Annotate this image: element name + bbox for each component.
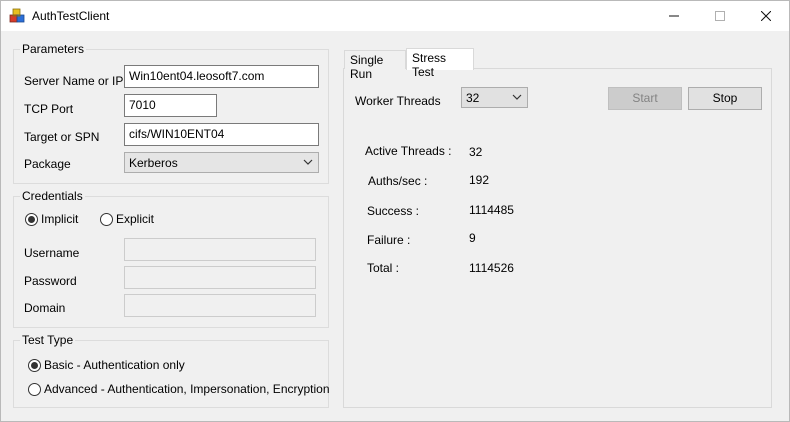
domain-label: Domain	[24, 301, 66, 315]
spn-input[interactable]: cifs/WIN10ENT04	[124, 123, 319, 146]
test-type-group: Test Type	[13, 333, 329, 408]
test-type-group-title: Test Type	[20, 333, 76, 347]
failure-value: 9	[469, 231, 476, 245]
auths-per-sec-value: 192	[469, 173, 490, 187]
total-label: Total :	[367, 261, 400, 275]
total-value: 1114526	[469, 261, 514, 275]
explicit-radio-circle	[100, 212, 113, 226]
minimize-icon	[669, 15, 679, 17]
tab-stress-test[interactable]: Stress Test	[406, 48, 474, 79]
success-value: 1114485	[469, 203, 514, 217]
failure-label: Failure :	[367, 233, 411, 247]
spn-label: Target or SPN	[24, 130, 100, 144]
credentials-group-title: Credentials	[20, 189, 85, 203]
advanced-test-radio-circle	[28, 382, 41, 396]
close-button[interactable]	[743, 1, 789, 31]
active-threads-value: 32	[469, 145, 483, 159]
worker-threads-label: Worker Threads	[355, 94, 441, 108]
explicit-radio[interactable]: Explicit	[100, 212, 154, 226]
advanced-test-radio[interactable]: Advanced - Authentication, Impersonation…	[28, 382, 330, 396]
maximize-button[interactable]	[697, 1, 743, 31]
port-input[interactable]: 7010	[124, 94, 217, 117]
title-bar[interactable]: AuthTestClient	[1, 1, 789, 31]
success-label: Success :	[367, 204, 420, 218]
server-label: Server Name or IP	[24, 74, 124, 88]
package-label: Package	[24, 157, 71, 171]
domain-input[interactable]	[124, 294, 316, 317]
package-select[interactable]: Kerberos	[124, 152, 319, 173]
worker-threads-value: 32	[466, 91, 480, 105]
chevron-down-icon	[303, 159, 313, 165]
explicit-radio-label: Explicit	[116, 212, 155, 226]
stop-button[interactable]: Stop	[688, 87, 762, 110]
server-input[interactable]: Win10ent04.leosoft7.com	[124, 65, 319, 88]
parameters-group-title: Parameters	[20, 42, 87, 56]
tab-single-run[interactable]: Single Run	[344, 50, 406, 81]
basic-test-radio[interactable]: Basic - Authentication only	[28, 358, 185, 372]
port-label: TCP Port	[24, 102, 74, 116]
implicit-radio[interactable]: Implicit	[25, 212, 78, 226]
app-window: AuthTestClient Parameters Server Name or…	[0, 0, 790, 422]
password-label: Password	[24, 274, 77, 288]
password-input[interactable]	[124, 266, 316, 289]
username-input[interactable]	[124, 238, 316, 261]
app-cubes-icon	[9, 8, 25, 24]
implicit-radio-circle	[25, 212, 38, 226]
window-title: AuthTestClient	[32, 9, 110, 23]
username-label: Username	[24, 246, 80, 260]
worker-threads-select[interactable]: 32	[461, 87, 528, 108]
advanced-test-radio-label: Advanced - Authentication, Impersonation…	[44, 382, 330, 396]
chevron-down-icon	[512, 94, 522, 100]
maximize-icon	[715, 11, 725, 21]
basic-test-radio-label: Basic - Authentication only	[44, 358, 185, 372]
active-threads-label: Active Threads :	[365, 144, 452, 158]
close-icon	[761, 11, 771, 21]
package-select-value: Kerberos	[129, 156, 178, 170]
start-button[interactable]: Start	[608, 87, 682, 110]
basic-test-radio-circle	[28, 358, 41, 372]
auths-per-sec-label: Auths/sec :	[368, 174, 428, 188]
minimize-button[interactable]	[651, 1, 697, 31]
implicit-radio-label: Implicit	[41, 212, 79, 226]
